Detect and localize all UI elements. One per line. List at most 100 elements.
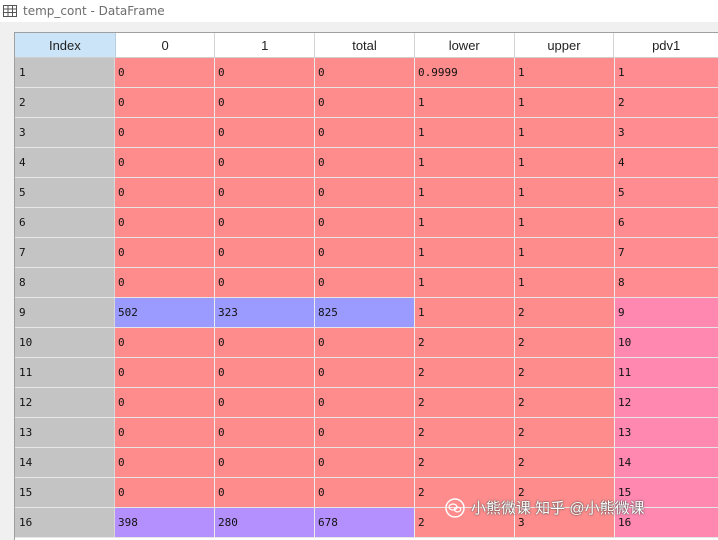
cell-col-0[interactable]: 0 (115, 178, 215, 207)
column-header-upper[interactable]: upper (514, 33, 615, 58)
cell-col-upper[interactable]: 2 (515, 358, 615, 387)
cell-col-pdv1[interactable]: 6 (615, 208, 718, 237)
cell-col-0[interactable]: 0 (115, 208, 215, 237)
cell-col-0[interactable]: 0 (115, 418, 215, 447)
cell-col-total[interactable]: 825 (315, 298, 415, 327)
cell-col-total[interactable]: 0 (315, 88, 415, 117)
cell-col-upper[interactable]: 1 (515, 238, 615, 267)
cell-col-1[interactable]: 0 (215, 388, 315, 417)
cell-col-total[interactable]: 0 (315, 58, 415, 87)
table-row[interactable]: 1 0 0 0 0.9999 1 1 (15, 58, 718, 88)
cell-col-0[interactable]: 0 (115, 148, 215, 177)
cell-col-0[interactable]: 0 (115, 478, 215, 507)
cell-col-upper[interactable]: 2 (515, 388, 615, 417)
cell-col-total[interactable]: 0 (315, 208, 415, 237)
cell-col-lower[interactable]: 2 (415, 418, 515, 447)
table-row[interactable]: 12 0 0 0 2 2 12 (15, 388, 718, 418)
cell-col-1[interactable]: 0 (215, 478, 315, 507)
table-row[interactable]: 5000115 (15, 178, 718, 208)
column-header-pdv1[interactable]: pdv1 (614, 33, 718, 58)
cell-col-upper[interactable]: 1 (515, 208, 615, 237)
cell-col-total[interactable]: 0 (315, 478, 415, 507)
cell-col-lower[interactable]: 2 (415, 388, 515, 417)
table-row[interactable]: 2000112 (15, 88, 718, 118)
table-row[interactable]: 11 0 0 0 2 2 11 (15, 358, 718, 388)
cell-col-total[interactable]: 0 (315, 178, 415, 207)
cell-col-lower[interactable]: 1 (415, 88, 515, 117)
cell-col-upper[interactable]: 2 (515, 298, 615, 327)
row-index-cell[interactable]: 7 (15, 238, 115, 267)
cell-col-0[interactable]: 0 (115, 268, 215, 297)
row-index-cell[interactable]: 8 (15, 268, 115, 297)
table-row[interactable]: 9 502 323 825 1 2 9 (15, 298, 718, 328)
cell-col-lower[interactable]: 1 (415, 298, 515, 327)
cell-col-lower[interactable]: 2 (415, 358, 515, 387)
cell-col-lower[interactable]: 2 (415, 328, 515, 357)
row-index-cell[interactable]: 9 (15, 298, 115, 327)
cell-col-pdv1[interactable]: 4 (615, 148, 718, 177)
cell-col-1[interactable]: 0 (215, 118, 315, 147)
cell-col-total[interactable]: 678 (315, 508, 415, 537)
cell-col-0[interactable]: 0 (115, 448, 215, 477)
row-index-cell[interactable]: 2 (15, 88, 115, 117)
cell-col-lower[interactable]: 1 (415, 268, 515, 297)
cell-col-1[interactable]: 0 (215, 238, 315, 267)
cell-col-1[interactable]: 0 (215, 208, 315, 237)
cell-col-pdv1[interactable]: 7 (615, 238, 718, 267)
table-row[interactable]: 7000117 (15, 238, 718, 268)
cell-col-total[interactable]: 0 (315, 268, 415, 297)
cell-col-0[interactable]: 0 (115, 388, 215, 417)
column-header-total[interactable]: total (315, 33, 415, 58)
cell-col-1[interactable]: 323 (215, 298, 315, 327)
cell-col-1[interactable]: 0 (215, 418, 315, 447)
cell-col-1[interactable]: 0 (215, 328, 315, 357)
cell-col-upper[interactable]: 2 (515, 328, 615, 357)
cell-col-1[interactable]: 0 (215, 148, 315, 177)
cell-col-lower[interactable]: 0.9999 (415, 58, 515, 87)
table-row[interactable]: 10 0 0 0 2 2 10 (15, 328, 718, 358)
table-row[interactable]: 8000118 (15, 268, 718, 298)
cell-col-0[interactable]: 0 (115, 58, 215, 87)
cell-col-lower[interactable]: 1 (415, 238, 515, 267)
row-index-cell[interactable]: 12 (15, 388, 115, 417)
row-index-cell[interactable]: 11 (15, 358, 115, 387)
cell-col-pdv1[interactable]: 10 (615, 328, 718, 357)
cell-col-lower[interactable]: 1 (415, 118, 515, 147)
cell-col-pdv1[interactable]: 8 (615, 268, 718, 297)
row-index-cell[interactable]: 6 (15, 208, 115, 237)
cell-col-lower[interactable]: 1 (415, 178, 515, 207)
cell-col-total[interactable]: 0 (315, 388, 415, 417)
cell-col-0[interactable]: 398 (115, 508, 215, 537)
dataframe-grid[interactable]: Index 0 1 total lower upper pdv1 1 0 0 0 0.9… (14, 32, 718, 540)
cell-col-1[interactable]: 280 (215, 508, 315, 537)
row-index-cell[interactable]: 4 (15, 148, 115, 177)
cell-col-pdv1[interactable]: 2 (615, 88, 718, 117)
cell-col-upper[interactable]: 1 (515, 118, 615, 147)
cell-col-total[interactable]: 0 (315, 238, 415, 267)
cell-col-0[interactable]: 0 (115, 358, 215, 387)
cell-col-total[interactable]: 0 (315, 448, 415, 477)
cell-col-pdv1[interactable]: 3 (615, 118, 718, 147)
cell-col-upper[interactable]: 2 (515, 448, 615, 477)
table-row[interactable]: 6000116 (15, 208, 718, 238)
cell-col-0[interactable]: 502 (115, 298, 215, 327)
column-header-index[interactable]: Index (15, 33, 116, 58)
cell-col-total[interactable]: 0 (315, 328, 415, 357)
row-index-cell[interactable]: 5 (15, 178, 115, 207)
table-row[interactable]: 4000114 (15, 148, 718, 178)
cell-col-upper[interactable]: 2 (515, 418, 615, 447)
column-header-0[interactable]: 0 (115, 33, 216, 58)
cell-col-total[interactable]: 0 (315, 148, 415, 177)
cell-col-0[interactable]: 0 (115, 118, 215, 147)
cell-col-total[interactable]: 0 (315, 118, 415, 147)
row-index-cell[interactable]: 13 (15, 418, 115, 447)
cell-col-1[interactable]: 0 (215, 448, 315, 477)
cell-col-1[interactable]: 0 (215, 88, 315, 117)
table-row[interactable]: 3000113 (15, 118, 718, 148)
cell-col-1[interactable]: 0 (215, 178, 315, 207)
cell-col-pdv1[interactable]: 13 (615, 418, 718, 447)
cell-col-pdv1[interactable]: 12 (615, 388, 718, 417)
table-row[interactable]: 13 0 0 0 2 2 13 (15, 418, 718, 448)
cell-col-pdv1[interactable]: 5 (615, 178, 718, 207)
column-header-1[interactable]: 1 (215, 33, 316, 58)
